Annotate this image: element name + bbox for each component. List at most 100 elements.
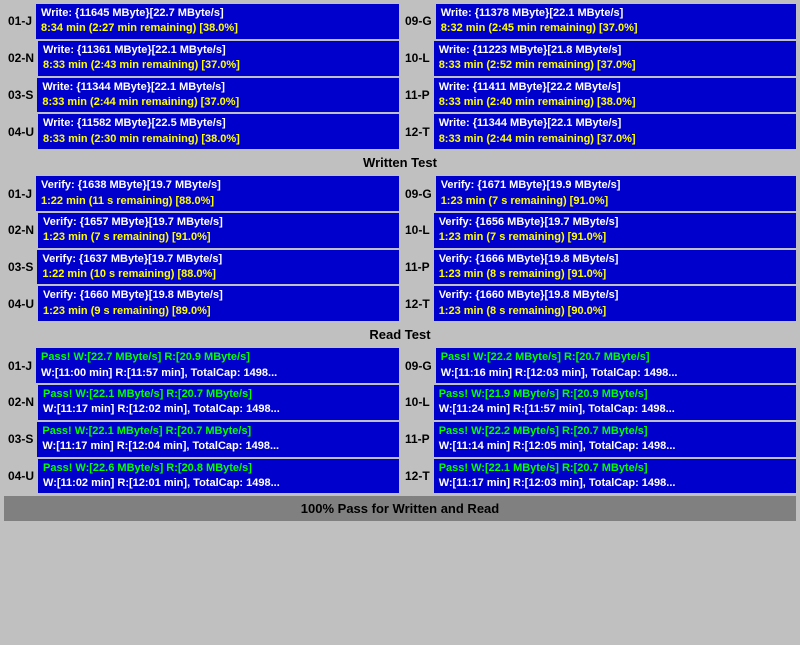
- final-status-bar: 100% Pass for Written and Read: [4, 496, 796, 521]
- cell-data-04-u: Verify: {1660 MByte}[19.8 MByte/s]1:23 m…: [38, 286, 399, 321]
- cell-data-03-s: Write: {11344 MByte}[22.1 MByte/s]8:33 m…: [37, 78, 399, 113]
- cell-line2: 8:33 min (2:52 min remaining) [37.0%]: [439, 58, 791, 73]
- cell-id-09-g: 09-G: [401, 4, 436, 39]
- cell-line2: 1:23 min (9 s remaining) [89.0%]: [43, 304, 394, 319]
- cell-data-02-n: Verify: {1657 MByte}[19.7 MByte/s]1:23 m…: [38, 213, 399, 248]
- cell-data-12-t: Verify: {1660 MByte}[19.8 MByte/s]1:23 m…: [434, 286, 796, 321]
- cell-line1: Verify: {1671 MByte}[19.9 MByte/s]: [441, 178, 791, 193]
- cell-line1: Verify: {1660 MByte}[19.8 MByte/s]: [439, 288, 791, 303]
- cell-02-n: 02-N Write: {11361 MByte}[22.1 MByte/s]8:…: [4, 41, 399, 76]
- cell-id-02-n: 02-N: [4, 385, 38, 420]
- cell-10-l: 10-LWrite: {11223 MByte}[21.8 MByte/s]8:…: [401, 41, 796, 76]
- cell-id-12-t: 12-T: [401, 114, 434, 149]
- cell-line2: 8:32 min (2:45 min remaining) [37.0%]: [441, 21, 791, 36]
- cell-data-09-g: Pass! W:[22.2 MByte/s] R:[20.7 MByte/s]W…: [436, 348, 796, 383]
- cell-data-10-l: Verify: {1656 MByte}[19.7 MByte/s]1:23 m…: [434, 213, 796, 248]
- cell-01-j: 01-JWrite: {11645 MByte}[22.7 MByte/s]8:…: [4, 4, 399, 39]
- cell-03-s: 03-SWrite: {11344 MByte}[22.1 MByte/s]8:…: [4, 78, 399, 113]
- read-section: 01-JPass! W:[22.7 MByte/s] R:[20.9 MByte…: [4, 348, 796, 493]
- written-test-label: Written Test: [4, 152, 796, 173]
- cell-line2: 8:33 min (2:30 min remaining) [38.0%]: [43, 132, 394, 147]
- cell-id-11-p: 11-P: [401, 78, 434, 113]
- cell-line1: Pass! W:[22.7 MByte/s] R:[20.9 MByte/s]: [41, 350, 394, 365]
- verify-grid: 01-JVerify: {1638 MByte}[19.7 MByte/s]1:…: [4, 176, 796, 321]
- cell-data-04-u: Pass! W:[22.6 MByte/s] R:[20.8 MByte/s]W…: [38, 459, 399, 494]
- cell-id-04-u: 04-U: [4, 114, 38, 149]
- cell-line1: Verify: {1637 MByte}[19.7 MByte/s]: [42, 252, 394, 267]
- cell-data-02-n: Pass! W:[22.1 MByte/s] R:[20.7 MByte/s]W…: [38, 385, 399, 420]
- cell-line2: 1:22 min (10 s remaining) [88.0%]: [42, 267, 394, 282]
- cell-line2: 8:34 min (2:27 min remaining) [38.0%]: [41, 21, 394, 36]
- cell-line2: W:[11:17 min] R:[12:02 min], TotalCap: 1…: [43, 402, 394, 417]
- cell-line2: W:[11:00 min] R:[11:57 min], TotalCap: 1…: [41, 366, 394, 381]
- cell-data-11-p: Write: {11411 MByte}[22.2 MByte/s]8:33 m…: [434, 78, 796, 113]
- cell-line2: W:[11:17 min] R:[12:04 min], TotalCap: 1…: [42, 439, 394, 454]
- cell-line1: Write: {11411 MByte}[22.2 MByte/s]: [439, 80, 791, 95]
- cell-id-01-j: 01-J: [4, 176, 36, 211]
- cell-line2: 8:33 min (2:44 min remaining) [37.0%]: [439, 132, 791, 147]
- cell-09-g: 09-GVerify: {1671 MByte}[19.9 MByte/s]1:…: [401, 176, 796, 211]
- cell-line2: 1:23 min (8 s remaining) [90.0%]: [439, 304, 791, 319]
- cell-10-l: 10-LPass! W:[21.9 MByte/s] R:[20.9 MByte…: [401, 385, 796, 420]
- cell-line2: 8:33 min (2:43 min remaining) [37.0%]: [43, 58, 394, 73]
- cell-line1: Pass! W:[22.1 MByte/s] R:[20.7 MByte/s]: [43, 387, 394, 402]
- cell-line1: Write: {11344 MByte}[22.1 MByte/s]: [439, 116, 791, 131]
- cell-line1: Write: {11378 MByte}[22.1 MByte/s]: [441, 6, 791, 21]
- cell-line1: Verify: {1656 MByte}[19.7 MByte/s]: [439, 215, 791, 230]
- cell-line2: W:[11:17 min] R:[12:03 min], TotalCap: 1…: [439, 476, 791, 491]
- cell-line1: Pass! W:[22.2 MByte/s] R:[20.7 MByte/s]: [439, 424, 791, 439]
- cell-id-10-l: 10-L: [401, 213, 434, 248]
- cell-id-10-l: 10-L: [401, 385, 434, 420]
- cell-data-12-t: Pass! W:[22.1 MByte/s] R:[20.7 MByte/s]W…: [434, 459, 796, 494]
- cell-03-s: 03-SPass! W:[22.1 MByte/s] R:[20.7 MByte…: [4, 422, 399, 457]
- cell-data-04-u: Write: {11582 MByte}[22.5 MByte/s]8:33 m…: [38, 114, 399, 149]
- cell-line1: Write: {11344 MByte}[22.1 MByte/s]: [42, 80, 394, 95]
- cell-id-01-j: 01-J: [4, 4, 36, 39]
- cell-data-10-l: Write: {11223 MByte}[21.8 MByte/s]8:33 m…: [434, 41, 796, 76]
- cell-line2: 1:23 min (8 s remaining) [91.0%]: [439, 267, 791, 282]
- cell-line1: Pass! W:[22.1 MByte/s] R:[20.7 MByte/s]: [42, 424, 394, 439]
- cell-id-02-n: 02-N: [4, 41, 38, 76]
- cell-data-09-g: Write: {11378 MByte}[22.1 MByte/s]8:32 m…: [436, 4, 796, 39]
- cell-02-n: 02-NPass! W:[22.1 MByte/s] R:[20.7 MByte…: [4, 385, 399, 420]
- cell-id-09-g: 09-G: [401, 348, 436, 383]
- cell-id-11-p: 11-P: [401, 250, 434, 285]
- cell-line2: 1:23 min (7 s remaining) [91.0%]: [43, 230, 394, 245]
- cell-01-j: 01-JVerify: {1638 MByte}[19.7 MByte/s]1:…: [4, 176, 399, 211]
- cell-data-12-t: Write: {11344 MByte}[22.1 MByte/s]8:33 m…: [434, 114, 796, 149]
- cell-line1: Write: {11361 MByte}[22.1 MByte/s]: [43, 43, 394, 58]
- verify-section: 01-JVerify: {1638 MByte}[19.7 MByte/s]1:…: [4, 176, 796, 321]
- cell-data-01-j: Pass! W:[22.7 MByte/s] R:[20.9 MByte/s]W…: [36, 348, 399, 383]
- cell-line1: Write: {11582 MByte}[22.5 MByte/s]: [43, 116, 394, 131]
- cell-04-u: 04-UVerify: {1660 MByte}[19.8 MByte/s]1:…: [4, 286, 399, 321]
- cell-line2: 1:23 min (7 s remaining) [91.0%]: [441, 194, 791, 209]
- cell-id-03-s: 03-S: [4, 250, 37, 285]
- cell-data-11-p: Pass! W:[22.2 MByte/s] R:[20.7 MByte/s]W…: [434, 422, 796, 457]
- read-test-label: Read Test: [4, 324, 796, 345]
- cell-data-03-s: Pass! W:[22.1 MByte/s] R:[20.7 MByte/s]W…: [37, 422, 399, 457]
- cell-09-g: 09-GWrite: {11378 MByte}[22.1 MByte/s]8:…: [401, 4, 796, 39]
- cell-id-03-s: 03-S: [4, 422, 37, 457]
- cell-11-p: 11-PVerify: {1666 MByte}[19.8 MByte/s]1:…: [401, 250, 796, 285]
- cell-12-t: 12-TWrite: {11344 MByte}[22.1 MByte/s]8:…: [401, 114, 796, 149]
- cell-line2: 8:33 min (2:40 min remaining) [38.0%]: [439, 95, 791, 110]
- cell-04-u: 04-UPass! W:[22.6 MByte/s] R:[20.8 MByte…: [4, 459, 399, 494]
- cell-04-u: 04-UWrite: {11582 MByte}[22.5 MByte/s]8:…: [4, 114, 399, 149]
- cell-id-01-j: 01-J: [4, 348, 36, 383]
- cell-data-01-j: Write: {11645 MByte}[22.7 MByte/s]8:34 m…: [36, 4, 399, 39]
- cell-data-01-j: Verify: {1638 MByte}[19.7 MByte/s]1:22 m…: [36, 176, 399, 211]
- cell-line1: Verify: {1638 MByte}[19.7 MByte/s]: [41, 178, 394, 193]
- cell-data-03-s: Verify: {1637 MByte}[19.7 MByte/s]1:22 m…: [37, 250, 399, 285]
- cell-line1: Verify: {1657 MByte}[19.7 MByte/s]: [43, 215, 394, 230]
- cell-11-p: 11-PWrite: {11411 MByte}[22.2 MByte/s]8:…: [401, 78, 796, 113]
- cell-data-09-g: Verify: {1671 MByte}[19.9 MByte/s]1:23 m…: [436, 176, 796, 211]
- cell-01-j: 01-JPass! W:[22.7 MByte/s] R:[20.9 MByte…: [4, 348, 399, 383]
- cell-id-04-u: 04-U: [4, 286, 38, 321]
- cell-id-04-u: 04-U: [4, 459, 38, 494]
- cell-data-11-p: Verify: {1666 MByte}[19.8 MByte/s]1:23 m…: [434, 250, 796, 285]
- cell-line1: Pass! W:[22.2 MByte/s] R:[20.7 MByte/s]: [441, 350, 791, 365]
- cell-line1: Pass! W:[22.6 MByte/s] R:[20.8 MByte/s]: [43, 461, 394, 476]
- cell-line2: W:[11:02 min] R:[12:01 min], TotalCap: 1…: [43, 476, 394, 491]
- cell-03-s: 03-SVerify: {1637 MByte}[19.7 MByte/s]1:…: [4, 250, 399, 285]
- cell-line2: 1:22 min (11 s remaining) [88.0%]: [41, 194, 394, 209]
